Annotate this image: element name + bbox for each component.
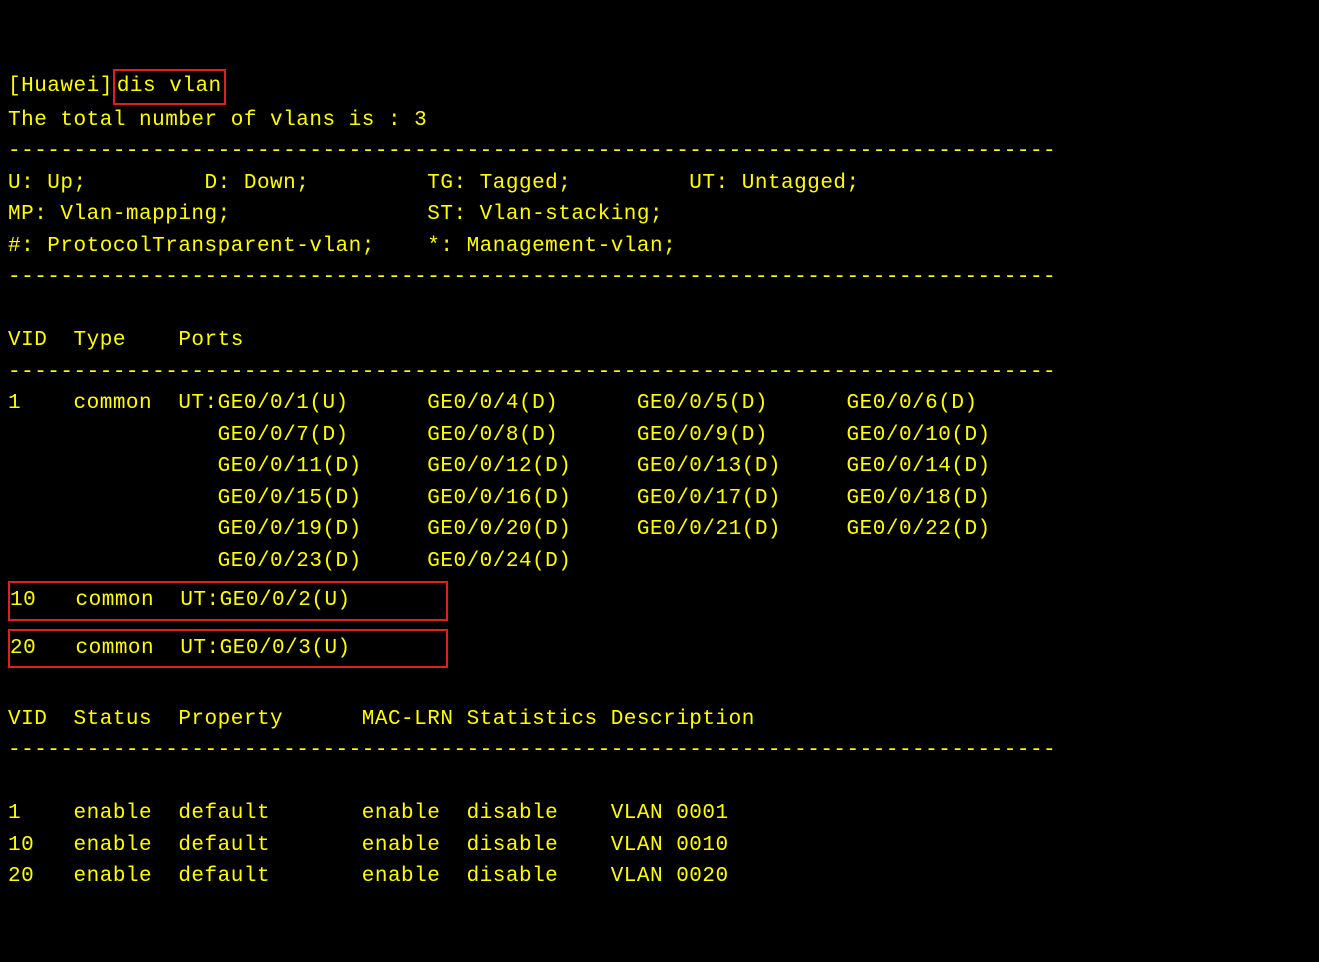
vlan1-row-2: GE0/0/7(D) GE0/0/8(D) GE0/0/9(D) GE0/0/1…	[8, 424, 991, 447]
legend-line-1: U: Up; D: Down; TG: Tagged; UT: Untagged…	[8, 172, 860, 195]
vlan10-row: 10 common UT:GE0/0/2(U)	[8, 581, 448, 621]
summary-line: The total number of vlans is : 3	[8, 109, 427, 132]
cli-command[interactable]: dis vlan	[113, 69, 226, 105]
vlan20-row: 20 common UT:GE0/0/3(U)	[8, 629, 448, 669]
status-row-3: 20 enable default enable disable VLAN 00…	[8, 865, 729, 888]
legend-line-2: MP: Vlan-mapping; ST: Vlan-stacking;	[8, 203, 663, 226]
status-row-1: 1 enable default enable disable VLAN 000…	[8, 802, 729, 825]
divider: ----------------------------------------…	[8, 739, 1056, 762]
vlan1-row-3: GE0/0/11(D) GE0/0/12(D) GE0/0/13(D) GE0/…	[8, 455, 991, 478]
vlan1-row-5: GE0/0/19(D) GE0/0/20(D) GE0/0/21(D) GE0/…	[8, 518, 991, 541]
status-row-2: 10 enable default enable disable VLAN 00…	[8, 834, 729, 857]
vlan1-row-6: GE0/0/23(D) GE0/0/24(D)	[8, 550, 571, 573]
divider: ----------------------------------------…	[8, 266, 1056, 289]
vlan1-row-1: 1 common UT:GE0/0/1(U) GE0/0/4(D) GE0/0/…	[8, 392, 978, 415]
legend-line-3: #: ProtocolTransparent-vlan; *: Manageme…	[8, 235, 676, 258]
vlan1-row-4: GE0/0/15(D) GE0/0/16(D) GE0/0/17(D) GE0/…	[8, 487, 991, 510]
divider: ----------------------------------------…	[8, 361, 1056, 384]
status-header: VID Status Property MAC-LRN Statistics D…	[8, 708, 755, 731]
ports-header: VID Type Ports	[8, 329, 244, 352]
divider: ----------------------------------------…	[8, 140, 1056, 163]
cli-prompt: [Huawei]	[8, 75, 113, 98]
